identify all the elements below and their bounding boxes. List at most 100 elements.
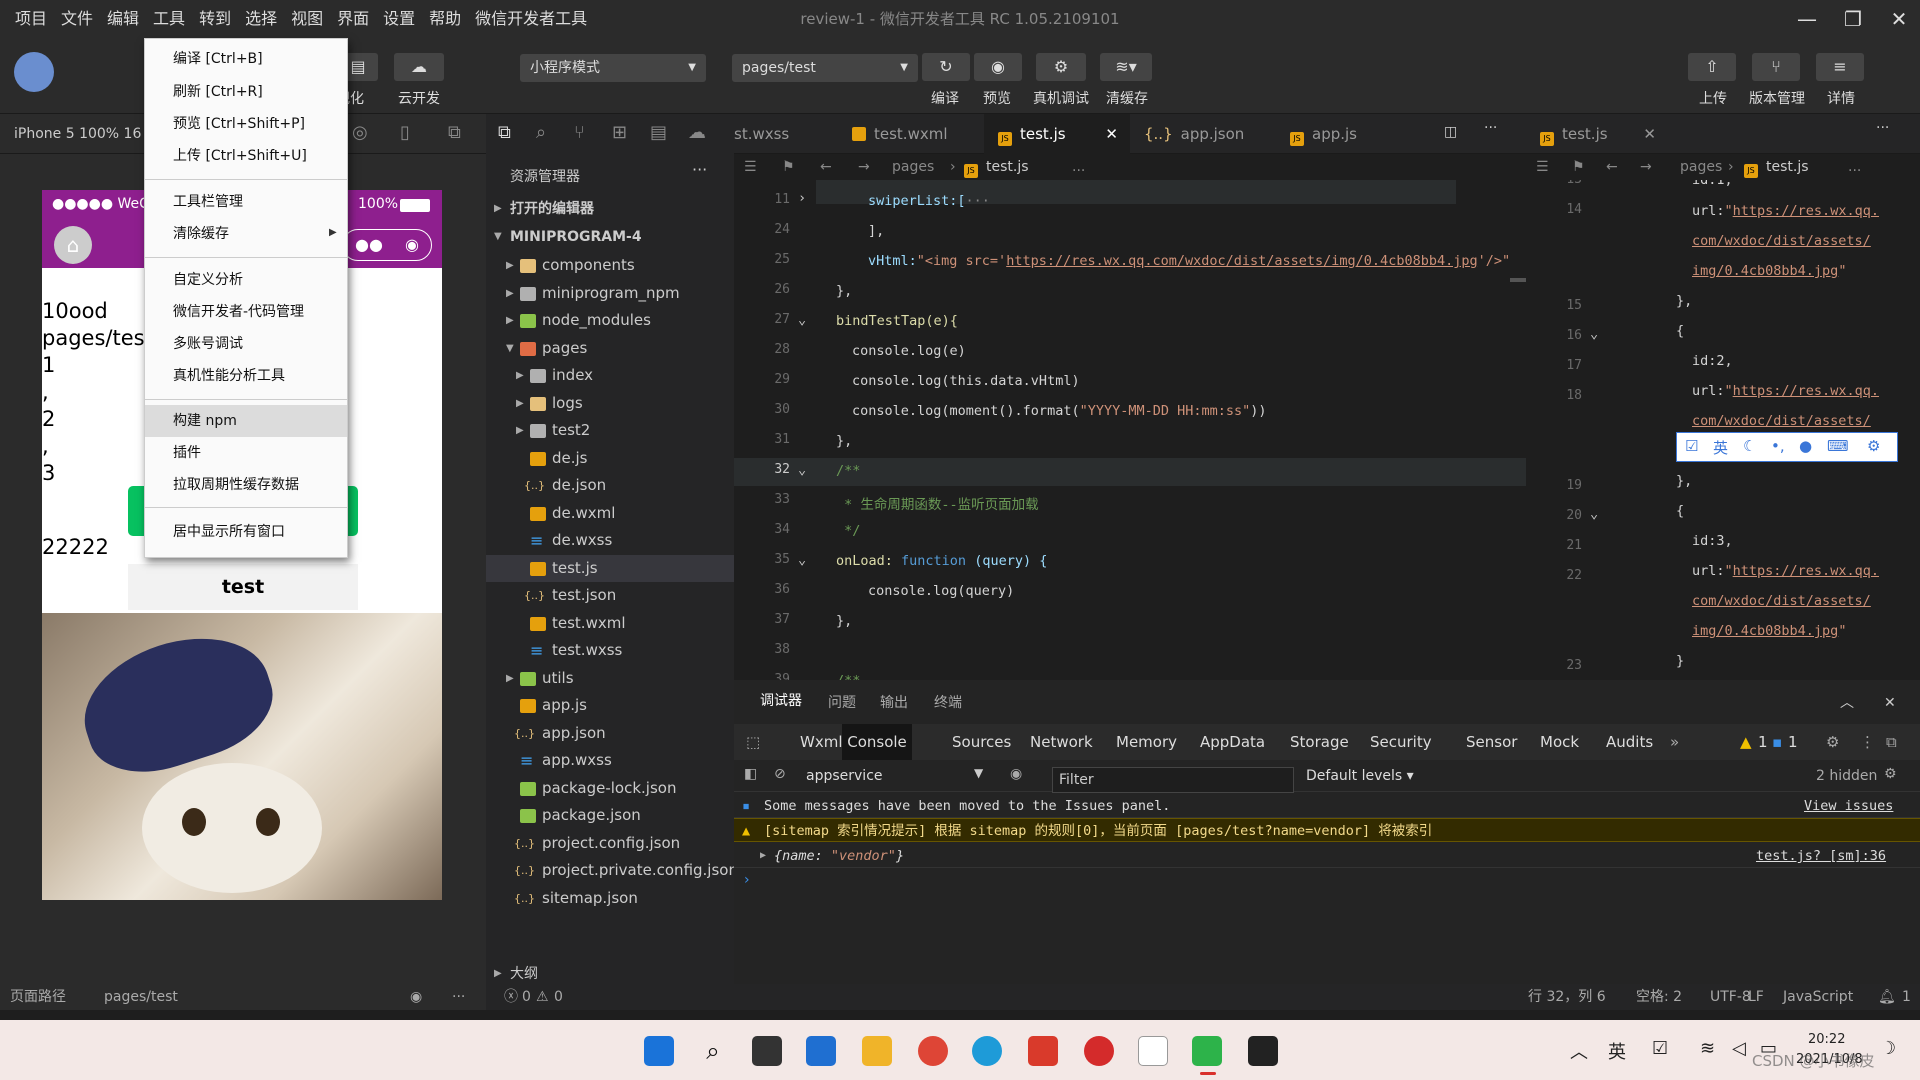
version-label[interactable]: 版本管理 <box>1742 88 1812 108</box>
tab-output[interactable]: 输出 <box>880 680 908 726</box>
tree-item[interactable]: {..} de.json <box>486 472 734 500</box>
settings-icon[interactable]: ⚙ <box>1867 437 1880 455</box>
wifi-icon[interactable]: ≋ <box>1700 1038 1715 1059</box>
menu-item-build-npm[interactable]: 构建 npm <box>173 406 349 436</box>
minimize-button[interactable]: — <box>1784 0 1830 38</box>
cursor-position[interactable]: 行 32，列 6 <box>1528 984 1606 1010</box>
toc-icon[interactable]: ☰ <box>1536 154 1549 180</box>
fold-icon[interactable]: ⌄ <box>798 312 806 328</box>
remote-debug-icon[interactable]: ⚙ <box>1036 53 1086 81</box>
tree-item[interactable]: app.js <box>486 692 734 720</box>
line-ending[interactable]: LF <box>1748 984 1764 1010</box>
tab-appdata[interactable]: AppData <box>1200 724 1265 760</box>
forward-arrow-icon[interactable]: → <box>858 154 870 180</box>
fold-icon[interactable]: › <box>798 190 806 206</box>
tree-item[interactable]: ▶ components <box>486 252 734 280</box>
menu-10[interactable]: 微信开发者工具 <box>468 0 594 38</box>
tab-st-wxss[interactable]: st.wxss <box>734 114 838 154</box>
breadcrumb-folder[interactable]: pages <box>1680 154 1722 180</box>
menu-6[interactable]: 视图 <box>284 0 330 38</box>
split-editor-icon[interactable]: ◫ <box>1444 124 1457 140</box>
source-link[interactable]: test.js? [sm]:36 <box>1756 844 1886 868</box>
code-link[interactable]: https://res.wx.qq. <box>1733 383 1879 399</box>
home-icon[interactable]: ⌂ <box>54 226 92 264</box>
tray-check-icon[interactable]: ☑ <box>1652 1038 1668 1059</box>
details-label[interactable]: 详情 <box>1806 88 1876 108</box>
menu-item-toolbar-manage[interactable]: 工具栏管理 <box>173 187 349 217</box>
capsule-menu[interactable]: ●● ◉ <box>342 229 432 261</box>
warning-icon[interactable]: ⚠ <box>536 984 549 1010</box>
tab-console[interactable]: Console <box>842 724 912 760</box>
moon-icon[interactable]: ☾ <box>1743 437 1756 455</box>
menu-item-periodic-cache[interactable]: 拉取周期性缓存数据 <box>173 470 349 500</box>
tab-terminal[interactable]: 终端 <box>934 680 962 726</box>
user-icon[interactable]: ● <box>1799 437 1812 455</box>
tab-sources[interactable]: Sources <box>952 724 1011 760</box>
context-select[interactable]: appservice <box>806 768 883 784</box>
tab-app-json[interactable]: {..} app.json <box>1130 114 1276 154</box>
test-button[interactable]: test <box>128 564 358 610</box>
tree-item[interactable]: ▶ index <box>486 362 734 390</box>
preview-label[interactable]: 预览 <box>962 88 1032 108</box>
typora-icon[interactable] <box>1138 1036 1168 1066</box>
breadcrumb-more[interactable]: ... <box>1072 154 1085 180</box>
tree-item[interactable]: ≡ de.wxss <box>486 527 734 555</box>
filter-input[interactable]: Filter <box>1052 767 1294 793</box>
fold-icon[interactable]: ⌄ <box>1590 506 1598 522</box>
terminal-icon[interactable] <box>1248 1036 1278 1066</box>
clear-cache-label[interactable]: 清缓存 <box>1092 88 1162 108</box>
tree-item[interactable]: de.js <box>486 445 734 473</box>
chevron-icon[interactable]: ▶ <box>506 280 514 308</box>
fold-icon[interactable]: ⌄ <box>798 552 806 568</box>
bookmark-icon[interactable]: ⚑ <box>1572 154 1585 180</box>
code-link[interactable]: https://res.wx.qq. <box>1733 203 1879 219</box>
wechat-devtools-icon[interactable] <box>1192 1036 1222 1066</box>
tray-chevron-icon[interactable]: ︿ <box>1570 1038 1588 1064</box>
ime-lang[interactable]: 英 <box>1713 437 1728 458</box>
code-link[interactable]: https://res.wx.qq. <box>1733 563 1879 579</box>
chevron-icon[interactable]: ▶ <box>506 307 514 335</box>
phone-icon[interactable]: ▯ <box>400 122 410 143</box>
menu-item-refresh[interactable]: 刷新 [Ctrl+R] <box>173 77 349 107</box>
tab-memory[interactable]: Memory <box>1116 724 1177 760</box>
tab-security[interactable]: Security <box>1370 724 1432 760</box>
collapse-panel-icon[interactable]: ︿ <box>1840 680 1854 726</box>
compile-icon[interactable]: ↻ <box>922 53 970 81</box>
more-actions-icon[interactable]: ··· <box>1484 120 1497 136</box>
chrome-icon[interactable] <box>918 1036 948 1066</box>
upload-label[interactable]: 上传 <box>1678 88 1748 108</box>
clear-console-icon[interactable]: ⊘ <box>774 766 786 782</box>
page-select[interactable]: pages/test ▼ <box>732 54 918 82</box>
tree-item[interactable]: {..} app.json <box>486 720 734 748</box>
prompt-icon[interactable]: › <box>744 872 750 888</box>
tree-item[interactable]: test.wxml <box>486 610 734 638</box>
more-actions-icon[interactable]: ··· <box>1876 120 1889 136</box>
menu-9[interactable]: 帮助 <box>422 0 468 38</box>
tab-test-js[interactable]: JS test.js ✕ <box>984 114 1130 154</box>
cloud-dev-button[interactable]: ☁ <box>394 53 444 81</box>
menu-item-center-windows[interactable]: 居中显示所有窗口 <box>173 517 349 547</box>
tree-item[interactable]: ▶ node_modules <box>486 307 734 335</box>
language-mode[interactable]: JavaScript <box>1783 984 1853 1010</box>
tab-problems[interactable]: 问题 <box>828 680 856 726</box>
widgets-icon[interactable] <box>806 1036 836 1066</box>
expand-icon[interactable]: ▶ <box>760 844 766 868</box>
debug-icon[interactable]: ▤ <box>650 122 667 143</box>
avatar[interactable] <box>14 52 54 92</box>
forward-arrow-icon[interactable]: → <box>1640 154 1652 180</box>
levels-select[interactable]: Default levels ▾ <box>1306 768 1414 784</box>
explorer-more-icon[interactable]: ··· <box>692 160 707 179</box>
tree-item[interactable]: ▶ logs <box>486 390 734 418</box>
menu-item-code-manage[interactable]: 微信开发者-代码管理 <box>173 297 349 327</box>
more-tabs-icon[interactable]: » <box>1670 724 1679 760</box>
chevron-down-icon[interactable]: ▼ <box>974 766 983 780</box>
tab-sensor[interactable]: Sensor <box>1466 724 1517 760</box>
maximize-button[interactable]: ❐ <box>1830 0 1876 38</box>
chevron-icon[interactable]: ▼ <box>506 335 514 363</box>
tree-item[interactable]: package.json <box>486 802 734 830</box>
eye-icon[interactable]: ◉ <box>410 984 422 1010</box>
menu-item-perf-tool[interactable]: 真机性能分析工具 <box>173 361 349 391</box>
console-settings-icon[interactable]: ⚙ <box>1884 766 1897 782</box>
code-link[interactable]: com/wxdoc/dist/assets/ <box>1692 233 1871 249</box>
menu-item-custom-analysis[interactable]: 自定义分析 <box>173 265 349 295</box>
